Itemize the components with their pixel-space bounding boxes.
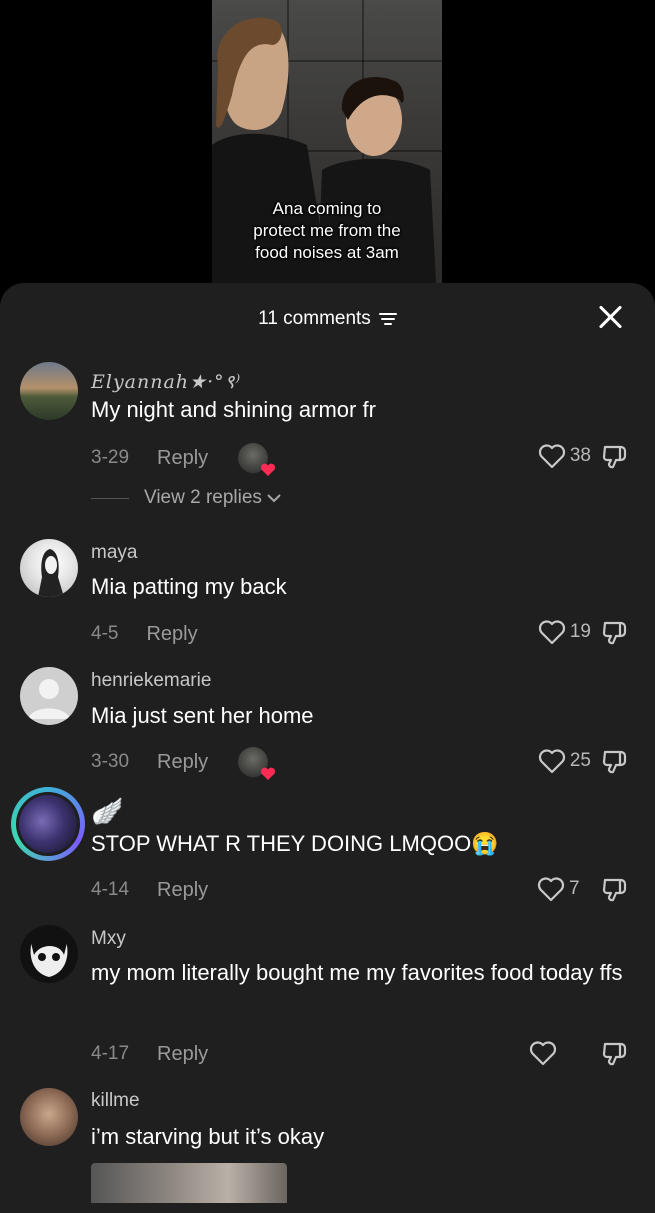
- comment-meta: 3-30 Reply: [91, 747, 276, 780]
- comment-text: i’m starving but it’s okay: [91, 1124, 325, 1149]
- avatar[interactable]: [20, 539, 78, 597]
- chevron-down-icon: [267, 494, 281, 503]
- video-caption: Ana coming to protect me from the food n…: [212, 198, 442, 264]
- comment-username[interactable]: 🪽: [91, 796, 123, 827]
- avatar[interactable]: [20, 1088, 78, 1146]
- avatar-story-ring[interactable]: [11, 787, 85, 861]
- comment-date: 3-30: [91, 751, 130, 772]
- caption-line: food noises at 3am: [255, 243, 399, 262]
- like-count: 25: [569, 750, 591, 771]
- avatar[interactable]: [20, 925, 78, 983]
- comment-text: Mia just sent her home: [91, 703, 314, 728]
- comment-date: 4-5: [91, 623, 119, 644]
- avatar-drawing: [30, 930, 68, 977]
- dislike-icon[interactable]: [601, 619, 629, 647]
- divider: [91, 497, 129, 499]
- avatar[interactable]: [20, 667, 78, 725]
- dislike-icon[interactable]: [601, 443, 629, 471]
- like-count: 38: [569, 445, 591, 466]
- comment-image-attachment[interactable]: [91, 1163, 287, 1203]
- like-button[interactable]: [529, 1040, 561, 1066]
- like-count: 7: [569, 878, 580, 899]
- view-replies-button[interactable]: View 2 replies: [91, 486, 282, 510]
- avatar: [16, 792, 80, 856]
- reply-button[interactable]: Reply: [157, 879, 208, 902]
- comment-meta: 3-29 Reply: [91, 443, 276, 476]
- like-button[interactable]: 7: [537, 876, 591, 902]
- heart-icon: [537, 877, 565, 902]
- dislike-icon[interactable]: [601, 1040, 629, 1068]
- reply-button[interactable]: Reply: [157, 751, 208, 774]
- comment-date: 4-17: [91, 1043, 130, 1064]
- avatar-image: [19, 795, 77, 853]
- comment-meta: 4-5 Reply: [91, 620, 198, 648]
- comment-meta: 4-14 Reply: [91, 876, 208, 904]
- heart-icon: [529, 1041, 557, 1066]
- comment-date: 3-29: [91, 447, 130, 468]
- filter-icon[interactable]: [378, 312, 397, 326]
- comment-text: Mia patting my back: [91, 574, 287, 599]
- comments-header[interactable]: 11 comments: [0, 305, 655, 333]
- comment-username[interactable]: Elyannah★·°९⁾: [91, 368, 241, 394]
- creator-liked-avatar: [238, 747, 276, 780]
- heart-icon: [261, 463, 276, 476]
- caption-line: protect me from the: [253, 221, 401, 240]
- video-person-right: [317, 77, 437, 300]
- heart-icon: [538, 444, 565, 469]
- like-count: 19: [569, 621, 591, 642]
- reply-button[interactable]: Reply: [157, 1043, 208, 1066]
- like-button[interactable]: 19: [538, 619, 591, 645]
- comment-text: STOP WHAT R THEY DOING LMQOO😭: [91, 831, 499, 856]
- comment-username[interactable]: maya: [91, 542, 137, 564]
- heart-icon: [538, 620, 565, 645]
- default-avatar-icon: [28, 679, 70, 719]
- comment-text: my mom literally bought me my favorites …: [91, 960, 623, 985]
- comment-username[interactable]: henriekemarie: [91, 670, 211, 692]
- comment-date: 4-14: [91, 879, 130, 900]
- comment-meta: 4-17 Reply: [91, 1040, 208, 1068]
- comment-count: 11 comments: [258, 308, 371, 329]
- reply-button[interactable]: Reply: [146, 623, 197, 646]
- dislike-icon[interactable]: [601, 876, 629, 904]
- video-preview[interactable]: Ana coming to protect me from the food n…: [212, 0, 442, 300]
- heart-icon: [538, 749, 565, 774]
- comment-username[interactable]: killme: [91, 1090, 140, 1112]
- view-replies-label: View 2 replies: [144, 487, 262, 508]
- avatar[interactable]: [20, 362, 78, 420]
- dislike-icon[interactable]: [601, 748, 629, 776]
- close-icon[interactable]: [597, 303, 625, 331]
- comment-username[interactable]: Mxy: [91, 928, 126, 950]
- caption-line: Ana coming to: [272, 199, 382, 218]
- like-button[interactable]: 38: [538, 443, 591, 469]
- heart-icon: [261, 767, 276, 780]
- creator-liked-avatar: [238, 443, 276, 476]
- comment-text: My night and shining armor fr: [91, 397, 376, 422]
- avatar-drawing: [38, 549, 64, 597]
- like-button[interactable]: 25: [538, 748, 591, 774]
- reply-button[interactable]: Reply: [157, 447, 208, 470]
